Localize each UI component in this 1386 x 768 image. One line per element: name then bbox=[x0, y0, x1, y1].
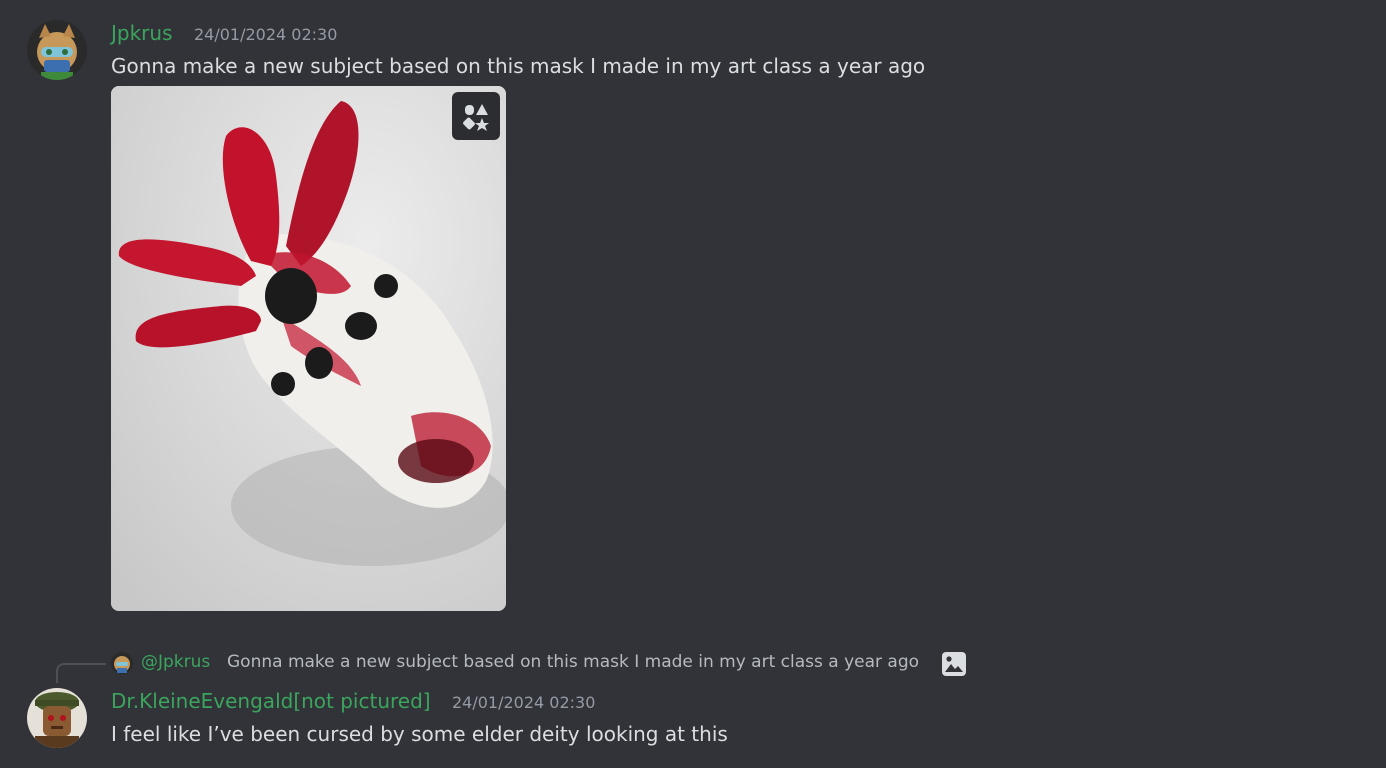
mask-photo bbox=[111, 86, 506, 611]
reply-preview[interactable]: Gonna make a new subject based on this m… bbox=[227, 652, 919, 672]
username[interactable]: Jpkrus bbox=[111, 21, 173, 45]
reply-avatar[interactable] bbox=[111, 652, 133, 674]
apps-icon bbox=[463, 104, 489, 131]
reply-mention[interactable]: @Jpkrus bbox=[141, 652, 210, 672]
avatar[interactable] bbox=[27, 688, 87, 748]
avatar[interactable] bbox=[27, 20, 87, 80]
timestamp: 24/01/2024 02:30 bbox=[194, 25, 338, 44]
apps-button[interactable] bbox=[452, 92, 500, 140]
message-content: Gonna make a new subject based on this m… bbox=[111, 54, 926, 78]
timestamp: 24/01/2024 02:30 bbox=[452, 693, 596, 712]
username[interactable]: Dr.KleineEvengald[not pictured] bbox=[111, 689, 431, 713]
image-icon bbox=[941, 651, 967, 677]
reply-spine bbox=[56, 663, 106, 683]
image-attachment[interactable] bbox=[111, 86, 506, 611]
message-content: I feel like I’ve been cursed by some eld… bbox=[111, 722, 728, 746]
